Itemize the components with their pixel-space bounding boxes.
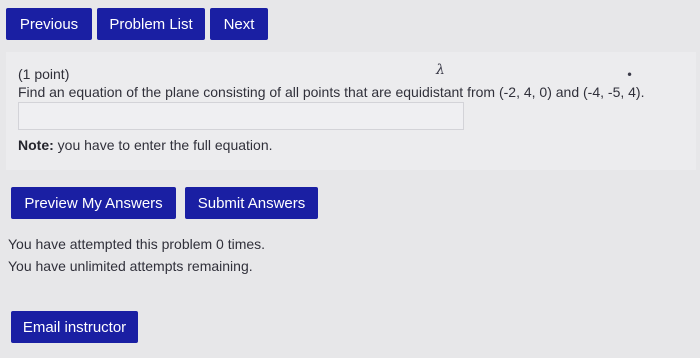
previous-button[interactable]: Previous xyxy=(6,8,92,40)
answer-input[interactable] xyxy=(18,102,464,130)
submit-answers-button[interactable]: Submit Answers xyxy=(185,187,318,219)
problem-list-button[interactable]: Problem List xyxy=(97,8,205,40)
preview-answers-button[interactable]: Preview My Answers xyxy=(11,187,176,219)
note-body: you have to enter the full equation. xyxy=(53,137,273,153)
handwritten-mark: λ xyxy=(436,62,445,78)
problem-points: (1 point) xyxy=(18,66,70,82)
email-instructor-button[interactable]: Email instructor xyxy=(11,311,138,343)
handwritten-dot: • xyxy=(626,68,634,82)
attempts-remaining: You have unlimited attempts remaining. xyxy=(8,258,253,274)
note-label: Note: xyxy=(18,137,54,153)
attempts-status: You have attempted this problem 0 times. xyxy=(8,236,266,252)
problem-question: Find an equation of the plane consisting… xyxy=(18,84,645,100)
next-button[interactable]: Next xyxy=(210,8,268,40)
note-text: Note: you have to enter the full equatio… xyxy=(18,137,273,153)
